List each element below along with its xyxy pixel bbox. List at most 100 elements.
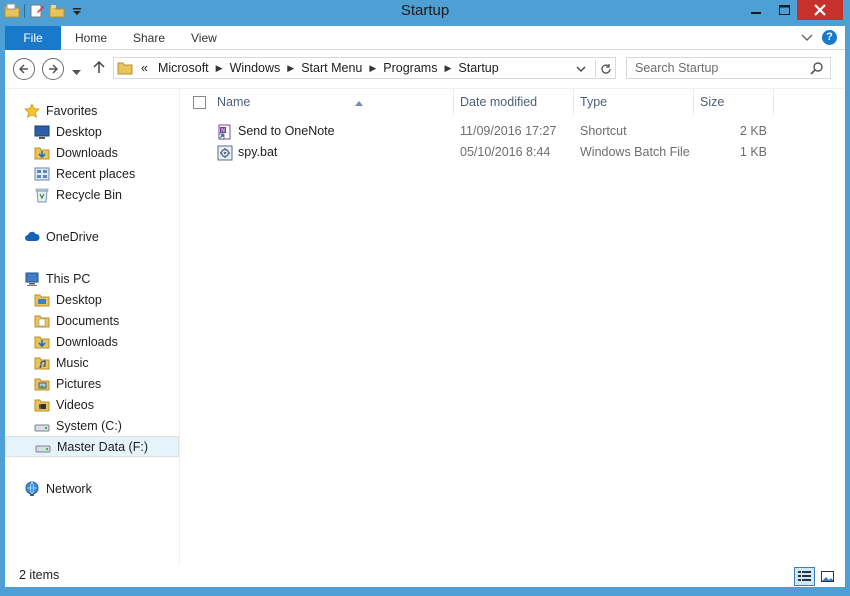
column-header-date-modified[interactable]: Date modified xyxy=(454,89,574,115)
minimize-button[interactable] xyxy=(742,0,770,20)
pictures-folder-icon xyxy=(34,376,50,392)
onenote-shortcut-icon: N xyxy=(217,124,233,140)
up-arrow-icon[interactable] xyxy=(93,60,105,77)
arrow-left-icon xyxy=(18,64,28,74)
nav-pc-master-data-drive[interactable]: Master Data (F:) xyxy=(5,436,179,457)
tab-view[interactable]: View xyxy=(191,26,217,50)
table-row[interactable]: spy.bat 05/10/2016 8:44 Windows Batch Fi… xyxy=(181,142,845,163)
file-date: 11/09/2016 17:27 xyxy=(460,124,557,138)
nav-pc-documents[interactable]: Documents xyxy=(5,310,179,331)
item-count: 2 items xyxy=(19,568,60,582)
batch-file-icon xyxy=(217,145,233,161)
breadcrumb-programs[interactable]: Programs xyxy=(378,61,442,75)
refresh-icon xyxy=(600,63,611,74)
back-button[interactable] xyxy=(13,58,35,80)
breadcrumb-windows[interactable]: Windows xyxy=(225,61,286,75)
nav-pc-videos[interactable]: Videos xyxy=(5,394,179,415)
window-title: Startup xyxy=(400,2,450,19)
nav-pc-downloads[interactable]: Downloads xyxy=(5,331,179,352)
drive-icon xyxy=(35,439,51,455)
nav-pc-music[interactable]: Music xyxy=(5,352,179,373)
column-label: Type xyxy=(580,95,608,109)
column-label: Name xyxy=(217,95,251,109)
nav-label: Desktop xyxy=(56,124,102,139)
nav-label: Pictures xyxy=(56,376,102,391)
tab-file[interactable]: File xyxy=(5,26,61,50)
details-view-button[interactable] xyxy=(794,567,815,586)
nav-pc-system-drive[interactable]: System (C:) xyxy=(5,415,179,436)
select-all-cell xyxy=(181,89,217,115)
breadcrumb-startup[interactable]: Startup xyxy=(453,61,503,75)
nav-network[interactable]: Network xyxy=(5,478,179,499)
recent-locations-dropdown-icon[interactable] xyxy=(72,65,81,79)
nav-label: Music xyxy=(56,355,89,370)
cloud-icon xyxy=(24,229,40,245)
breadcrumb-microsoft[interactable]: Microsoft xyxy=(153,61,214,75)
nav-pc-desktop[interactable]: Desktop xyxy=(5,289,179,310)
content-area: Favorites Desktop Downloads Recent place… xyxy=(5,88,845,566)
nav-this-pc[interactable]: This PC xyxy=(5,268,179,289)
search-box[interactable] xyxy=(626,57,831,79)
sort-ascending-icon xyxy=(355,89,363,115)
arrow-right-icon xyxy=(49,64,59,74)
file-name: spy.bat xyxy=(238,145,278,159)
file-name: Send to OneNote xyxy=(238,124,335,138)
column-header-name[interactable]: Name xyxy=(217,89,454,115)
ribbon-tabs: File Home Share View ? xyxy=(5,26,845,50)
nav-label: Desktop xyxy=(56,292,102,307)
refresh-button[interactable] xyxy=(595,60,615,77)
nav-pc-pictures[interactable]: Pictures xyxy=(5,373,179,394)
expand-ribbon-icon[interactable] xyxy=(801,32,813,46)
navigation-pane: Favorites Desktop Downloads Recent place… xyxy=(5,89,180,566)
nav-onedrive[interactable]: OneDrive xyxy=(5,226,179,247)
nav-favorite-recycle-bin[interactable]: Recycle Bin xyxy=(5,184,179,205)
select-all-checkbox[interactable] xyxy=(193,96,206,109)
chevron-right-icon[interactable]: ▶ xyxy=(214,63,225,74)
nav-favorite-downloads[interactable]: Downloads xyxy=(5,142,179,163)
column-header-size[interactable]: Size xyxy=(694,89,774,115)
large-icons-view-button[interactable] xyxy=(817,567,838,586)
breadcrumb: « Microsoft ▶ Windows ▶ Start Menu ▶ Pro… xyxy=(136,58,504,78)
nav-favorite-recent-places[interactable]: Recent places xyxy=(5,163,179,184)
file-type: Windows Batch File xyxy=(580,145,690,159)
forward-button[interactable] xyxy=(42,58,64,80)
table-row[interactable]: N Send to OneNote 11/09/2016 17:27 Short… xyxy=(181,121,845,142)
address-bar[interactable]: « Microsoft ▶ Windows ▶ Start Menu ▶ Pro… xyxy=(113,57,616,79)
title-bar[interactable]: Startup xyxy=(0,0,850,24)
file-name-cell: spy.bat xyxy=(217,142,277,163)
chevron-right-icon[interactable]: ▶ xyxy=(285,63,296,74)
maximize-icon xyxy=(778,5,790,15)
breadcrumb-start-menu[interactable]: Start Menu xyxy=(296,61,367,75)
column-header-type[interactable]: Type xyxy=(574,89,694,115)
chevron-right-icon[interactable]: ▶ xyxy=(367,63,378,74)
help-button[interactable]: ? xyxy=(822,30,837,45)
nav-label: OneDrive xyxy=(46,229,99,244)
maximize-button[interactable] xyxy=(770,0,798,20)
tab-share[interactable]: Share xyxy=(133,26,165,50)
network-icon xyxy=(24,481,40,497)
tab-home[interactable]: Home xyxy=(75,26,107,50)
close-icon xyxy=(814,4,826,16)
search-input[interactable] xyxy=(627,58,807,78)
file-list: Name Date modified Type Size N Send to O… xyxy=(181,89,845,566)
nav-label: Recycle Bin xyxy=(56,187,122,202)
search-icon[interactable] xyxy=(810,61,824,78)
folder-icon xyxy=(117,60,133,79)
column-label: Size xyxy=(700,95,725,109)
address-history-dropdown-icon[interactable] xyxy=(576,63,586,77)
downloads-folder-icon xyxy=(34,334,50,350)
details-view-icon xyxy=(798,571,811,581)
chevron-right-icon[interactable]: ▶ xyxy=(442,63,453,74)
recent-places-icon xyxy=(34,166,50,182)
star-icon xyxy=(24,102,40,119)
file-date: 05/10/2016 8:44 xyxy=(460,145,551,159)
nav-favorites[interactable]: Favorites xyxy=(5,100,179,121)
recycle-bin-icon xyxy=(34,187,50,203)
nav-label: Network xyxy=(46,481,92,496)
nav-label: Master Data (F:) xyxy=(57,439,148,454)
nav-favorite-desktop[interactable]: Desktop xyxy=(5,121,179,142)
breadcrumb-overflow[interactable]: « xyxy=(136,61,153,75)
nav-label: Downloads xyxy=(56,334,118,349)
close-button[interactable] xyxy=(797,0,843,20)
music-folder-icon xyxy=(34,355,50,371)
